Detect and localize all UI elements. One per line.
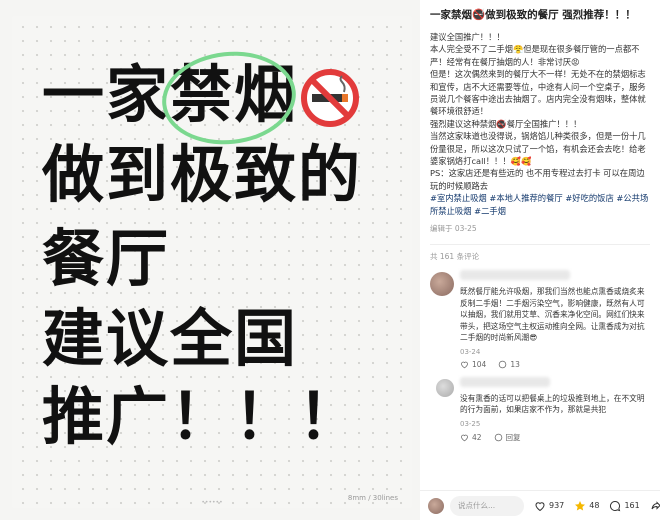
post-scroll-area[interactable]: 一家禁烟🚭做到极致的餐厅 强烈推荐！！！ 建议全国推广！！！ 本人完全受不了二手… — [420, 0, 660, 490]
poster-line-2: 做到极致的 — [42, 138, 363, 211]
comment-reply-count: 13 — [510, 359, 520, 369]
comment-bubble-icon — [610, 500, 621, 511]
like-button[interactable]: 937 — [534, 500, 564, 512]
avatar[interactable] — [436, 378, 454, 397]
comment-username-blurred[interactable] — [460, 270, 570, 281]
avatar — [428, 497, 444, 514]
comment-like-button[interactable]: 104 — [460, 360, 486, 369]
post-paragraph: 本人完全受不了二手烟😤但是现在很多餐厅管的一点都不严！经常有在餐厅抽烟的人！非常… — [430, 44, 640, 67]
collect-button[interactable]: 48 — [574, 500, 599, 512]
post-paragraph: PS：这家店还是有些远的 也不用专程过去打卡 可以在周边玩的时候顺路去 — [430, 168, 645, 191]
comment-reply-button[interactable]: 回复 — [494, 432, 521, 443]
no-smoking-icon — [301, 69, 359, 127]
poster-line-4: 建议全国 — [42, 302, 299, 375]
avatar[interactable] — [430, 272, 454, 297]
comment-actions: 104 13 — [460, 360, 650, 369]
post-tags[interactable]: #室内禁止吸烟 #本地人推荐的餐厅 #好吃的饭店 #公共场所禁止吸烟 #二手烟 — [430, 192, 650, 217]
comment-item: 既然餐厅能允许吸烟，那我们当然也能点熏香或烧炙来反制二手烟！二手烟污染空气，影响… — [430, 270, 650, 369]
image-pager-dots: •••••• — [201, 499, 223, 506]
comment-actions: 42 回复 — [460, 432, 650, 443]
heart-icon — [461, 434, 468, 441]
comment-like-count: 104 — [472, 359, 487, 369]
share-icon — [651, 500, 660, 510]
comment-input[interactable]: 说点什么... — [450, 495, 524, 516]
poster-line-3: 餐厅 — [42, 222, 171, 295]
heart-icon — [535, 501, 545, 511]
comment-count: 共 161 条评论 — [430, 252, 480, 262]
post-paragraph: 当然这家味道也没得说，锅烙馅儿种类很多，但是一份十几份量很足，所以这次只试了一个… — [430, 131, 646, 167]
post-paragraph: 强烈建议这种禁烟🚭餐厅全国推广！！！ — [430, 118, 582, 129]
collect-count: 48 — [589, 501, 600, 510]
post-body: 建议全国推广！！！ 本人完全受不了二手烟😤但是现在很多餐厅管的一点都不严！经常有… — [430, 31, 650, 217]
post-paragraph: 建议全国推广！！！ — [430, 32, 505, 42]
post-image[interactable]: 一家禁烟 做到极致的 餐厅 建议全国 推广！！！ 8mm / 30lines •… — [12, 16, 412, 508]
post-paragraph: 但是！这次偶然来到的餐厅大不一样！无处不在的禁烟标志和宣传，店不大还需要等位，中… — [430, 69, 646, 117]
comment-text: 既然餐厅能允许吸烟，那我们当然也能点熏香或烧炙来反制二手烟！二手烟污染空气，影响… — [460, 287, 645, 343]
poster-line-5: 推广！！！ — [42, 380, 363, 453]
bottom-action-bar: 说点什么... 937 48 161 — [420, 490, 660, 520]
comment-bubble-icon — [499, 360, 507, 368]
comments-button[interactable]: 161 — [609, 500, 640, 512]
comment-reply-button[interactable]: 13 — [498, 360, 520, 369]
comment-reply-label: 回复 — [505, 432, 521, 442]
comment-date: 03-25 — [460, 419, 481, 428]
divider — [430, 244, 650, 246]
comment-item: 没有熏香的话可以把餐桌上的垃圾推到地上，在不文明的行为面前，如果店家不作为，那就… — [430, 376, 650, 443]
comment-like-button[interactable]: 42 — [460, 433, 482, 442]
post-edited-date: 编辑于 03-25 — [430, 224, 477, 234]
post-image-panel: 一家禁烟 做到极致的 餐厅 建议全国 推广！！！ 8mm / 30lines •… — [0, 0, 420, 520]
comment-like-count: 42 — [472, 432, 482, 442]
comment-username-blurred[interactable] — [460, 376, 550, 387]
comment-date: 03-24 — [460, 347, 481, 356]
like-count: 937 — [549, 501, 565, 510]
comment-bubble-icon — [494, 433, 502, 441]
post-title: 一家禁烟🚭做到极致的餐厅 强烈推荐！！！ — [430, 9, 636, 21]
heart-icon — [461, 361, 468, 368]
post-detail-panel: 一家禁烟🚭做到极致的餐厅 强烈推荐！！！ 建议全国推广！！！ 本人完全受不了二手… — [420, 0, 660, 520]
share-button[interactable] — [650, 500, 660, 512]
star-icon — [575, 500, 586, 511]
comments-count: 161 — [624, 501, 640, 510]
comment-text: 没有熏香的话可以把餐桌上的垃圾推到地上，在不文明的行为面前，如果店家不作为，那就… — [460, 393, 645, 415]
